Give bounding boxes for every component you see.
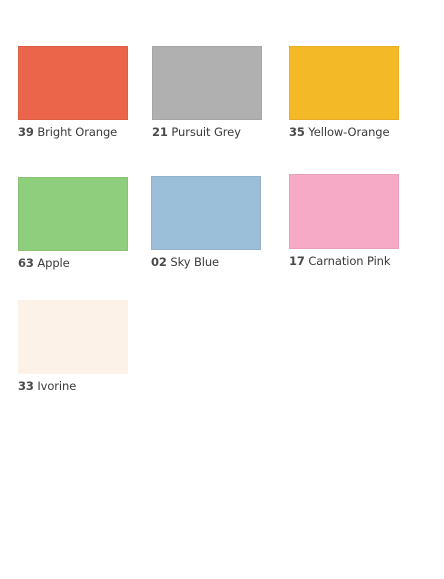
swatch-card-sky-blue: 02 Sky Blue: [151, 176, 263, 269]
swatch-card-yellow-orange: 35 Yellow-Orange: [289, 46, 401, 139]
swatch-card-carnation-pink: 17 Carnation Pink: [289, 174, 401, 268]
swatch-label: 21 Pursuit Grey: [152, 125, 264, 139]
swatch-code: 35: [289, 125, 305, 139]
swatch-code: 02: [151, 255, 167, 269]
swatch-name: Ivorine: [37, 379, 77, 393]
swatch-code: 39: [18, 125, 34, 139]
swatch-card-ivorine: 33 Ivorine: [18, 300, 130, 393]
swatch-label: 39 Bright Orange: [18, 125, 130, 139]
swatch-card-pursuit-grey: 21 Pursuit Grey: [152, 46, 264, 139]
color-swatch: [151, 176, 261, 250]
color-swatch: [289, 174, 399, 249]
swatch-chart-page: { "swatches": [ {"code": "39", "name": "…: [0, 0, 444, 579]
color-swatch: [18, 300, 128, 374]
color-swatch: [289, 46, 399, 120]
swatch-label: 17 Carnation Pink: [289, 254, 401, 268]
swatch-name: Yellow-Orange: [308, 125, 390, 139]
swatch-name: Pursuit Grey: [171, 125, 241, 139]
swatch-code: 17: [289, 254, 305, 268]
swatch-name: Bright Orange: [37, 125, 118, 139]
color-swatch: [18, 46, 128, 120]
color-swatch: [18, 177, 128, 251]
swatch-code: 33: [18, 379, 34, 393]
color-swatch: [152, 46, 262, 120]
swatch-name: Apple: [37, 256, 70, 270]
swatch-label: 02 Sky Blue: [151, 255, 263, 269]
swatch-label: 33 Ivorine: [18, 379, 130, 393]
swatch-label: 35 Yellow-Orange: [289, 125, 401, 139]
swatch-name: Sky Blue: [170, 255, 220, 269]
swatch-name: Carnation Pink: [308, 254, 391, 268]
swatch-label: 63 Apple: [18, 256, 130, 270]
swatch-card-apple: 63 Apple: [18, 177, 130, 270]
swatch-code: 21: [152, 125, 168, 139]
swatch-code: 63: [18, 256, 34, 270]
swatch-card-bright-orange: 39 Bright Orange: [18, 46, 130, 139]
